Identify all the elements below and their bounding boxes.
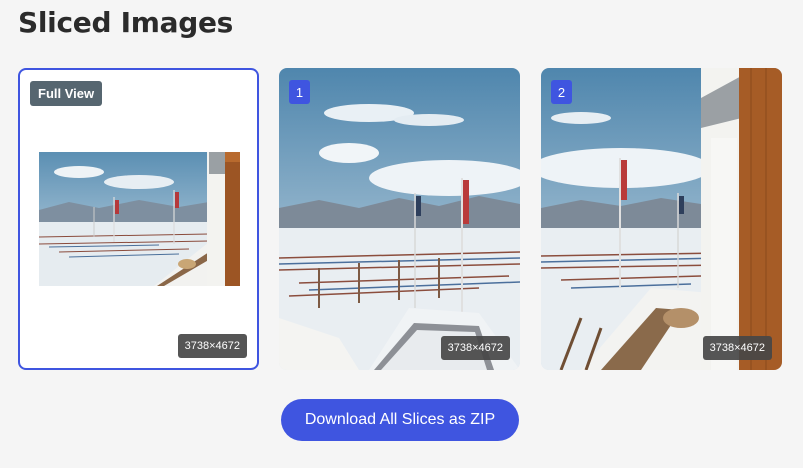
slice-card-1[interactable]: 1 3738×4672	[279, 68, 520, 370]
full-view-badge: Full View	[30, 81, 103, 106]
slice-2-image	[541, 68, 782, 370]
page-title: Sliced Images	[18, 6, 234, 39]
slice-number-badge: 2	[551, 80, 572, 104]
full-view-card[interactable]: Full View 3738×4672	[18, 68, 259, 370]
image-dimensions: 3738×4672	[440, 336, 510, 360]
slice-number-badge: 1	[289, 80, 310, 104]
slice-card-2[interactable]: 2 3738×4672	[541, 68, 782, 370]
download-zip-button[interactable]: Download All Slices as ZIP	[281, 399, 519, 441]
image-dimensions: 3738×4672	[177, 334, 247, 358]
slice-1-image	[279, 68, 520, 370]
image-dimensions: 3738×4672	[702, 336, 772, 360]
full-view-image	[39, 152, 240, 286]
